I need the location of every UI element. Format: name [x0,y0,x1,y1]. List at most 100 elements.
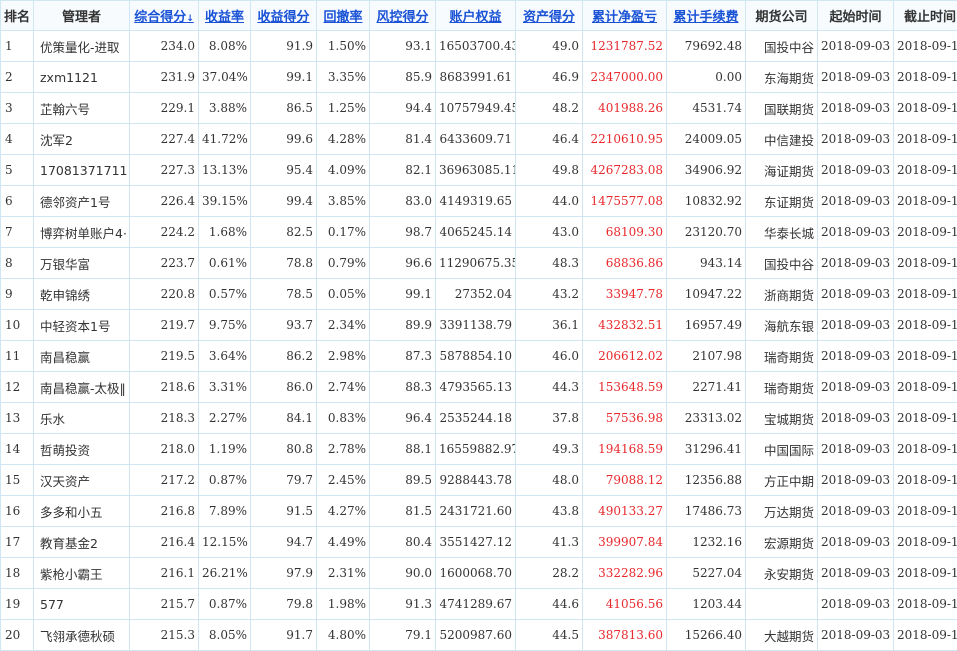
cell-return-score: 94.7 [251,527,317,558]
cell-risk-score: 96.4 [370,403,436,434]
cell-start-time: 2018-09-03 [818,310,894,341]
cell-equity: 3551427.12 [436,527,516,558]
table-row: 2zxm1121231.937.04%99.13.35%85.98683991.… [1,62,957,93]
cell-fees: 12356.88 [667,465,746,496]
cell-end-time: 2018-09-19 [894,589,957,620]
header-return-score[interactable]: 收益得分 [251,1,317,31]
cell-risk-score: 94.4 [370,93,436,124]
cell-start-time: 2018-09-03 [818,620,894,651]
header-asset-score[interactable]: 资产得分 [516,1,583,31]
cell-manager: 17081371711 [34,155,130,186]
cell-net-profit: 1231787.52 [583,31,667,62]
cell-risk-score: 93.1 [370,31,436,62]
cell-manager: 沈军2 [34,124,130,155]
cell-drawdown: 2.45% [317,465,370,496]
cell-rank: 12 [1,372,34,403]
cell-net-profit: 2210610.95 [583,124,667,155]
cell-fees: 1232.16 [667,527,746,558]
cell-rank: 4 [1,124,34,155]
cell-equity: 16503700.43 [436,31,516,62]
header-return-rate[interactable]: 收益率 [199,1,251,31]
cell-manager: 南昌稳赢 [34,341,130,372]
cell-drawdown: 4.09% [317,155,370,186]
cell-return-score: 99.4 [251,186,317,217]
cell-equity: 11290675.35 [436,248,516,279]
cell-equity: 5200987.60 [436,620,516,651]
cell-manager: 芷翰六号 [34,93,130,124]
cell-return-rate: 3.88% [199,93,251,124]
cell-drawdown: 2.74% [317,372,370,403]
cell-return-score: 95.4 [251,155,317,186]
cell-risk-score: 82.1 [370,155,436,186]
cell-end-time: 2018-09-19 [894,124,957,155]
cell-broker: 大越期货 [746,620,818,651]
cell-total-score: 220.8 [130,279,199,310]
cell-total-score: 224.2 [130,217,199,248]
cell-return-score: 93.7 [251,310,317,341]
cell-broker: 中国国际 [746,434,818,465]
cell-asset-score: 46.4 [516,124,583,155]
cell-drawdown: 4.28% [317,124,370,155]
cell-asset-score: 46.9 [516,62,583,93]
cell-return-rate: 0.61% [199,248,251,279]
cell-return-rate: 0.87% [199,465,251,496]
cell-fees: 23120.70 [667,217,746,248]
cell-manager: 万银华富 [34,248,130,279]
cell-return-rate: 37.04% [199,62,251,93]
cell-manager: 哲萌投资 [34,434,130,465]
header-fees[interactable]: 累计手续费 [667,1,746,31]
cell-broker [746,589,818,620]
header-risk-score[interactable]: 风控得分 [370,1,436,31]
cell-start-time: 2018-09-03 [818,217,894,248]
cell-total-score: 229.1 [130,93,199,124]
cell-manager: 中轻资本1号 [34,310,130,341]
cell-return-rate: 2.27% [199,403,251,434]
cell-rank: 1 [1,31,34,62]
cell-end-time: 2018-09-19 [894,93,957,124]
cell-manager: 德邻资产1号 [34,186,130,217]
cell-fees: 4531.74 [667,93,746,124]
cell-risk-score: 96.6 [370,248,436,279]
cell-end-time: 2018-09-19 [894,62,957,93]
cell-end-time: 2018-09-19 [894,279,957,310]
cell-equity: 4065245.14 [436,217,516,248]
cell-return-rate: 26.21% [199,558,251,589]
cell-start-time: 2018-09-03 [818,62,894,93]
cell-asset-score: 44.6 [516,589,583,620]
cell-manager: 教育基金2 [34,527,130,558]
header-total-score[interactable]: 综合得分↓ [130,1,199,31]
cell-risk-score: 98.7 [370,217,436,248]
cell-risk-score: 89.9 [370,310,436,341]
cell-rank: 8 [1,248,34,279]
cell-broker: 海证期货 [746,155,818,186]
cell-total-score: 223.7 [130,248,199,279]
header-equity[interactable]: 账户权益 [436,1,516,31]
cell-return-rate: 39.15% [199,186,251,217]
header-broker: 期货公司 [746,1,818,31]
cell-equity: 27352.04 [436,279,516,310]
cell-return-score: 80.8 [251,434,317,465]
header-net-profit[interactable]: 累计净盈亏 [583,1,667,31]
cell-total-score: 215.7 [130,589,199,620]
header-drawdown[interactable]: 回撤率 [317,1,370,31]
cell-manager: 多多和小五 [34,496,130,527]
cell-drawdown: 2.78% [317,434,370,465]
table-row: 1优策量化-进取234.08.08%91.91.50%93.116503700.… [1,31,957,62]
cell-rank: 5 [1,155,34,186]
cell-start-time: 2018-09-03 [818,341,894,372]
cell-asset-score: 36.1 [516,310,583,341]
cell-net-profit: 401988.26 [583,93,667,124]
cell-risk-score: 80.4 [370,527,436,558]
cell-equity: 2431721.60 [436,496,516,527]
cell-end-time: 2018-09-19 [894,186,957,217]
cell-rank: 17 [1,527,34,558]
cell-fees: 16957.49 [667,310,746,341]
cell-drawdown: 4.27% [317,496,370,527]
cell-net-profit: 1475577.08 [583,186,667,217]
cell-return-score: 86.0 [251,372,317,403]
cell-asset-score: 48.2 [516,93,583,124]
header-rank: 排名 [1,1,34,31]
cell-risk-score: 88.1 [370,434,436,465]
cell-end-time: 2018-09-19 [894,341,957,372]
cell-drawdown: 2.98% [317,341,370,372]
